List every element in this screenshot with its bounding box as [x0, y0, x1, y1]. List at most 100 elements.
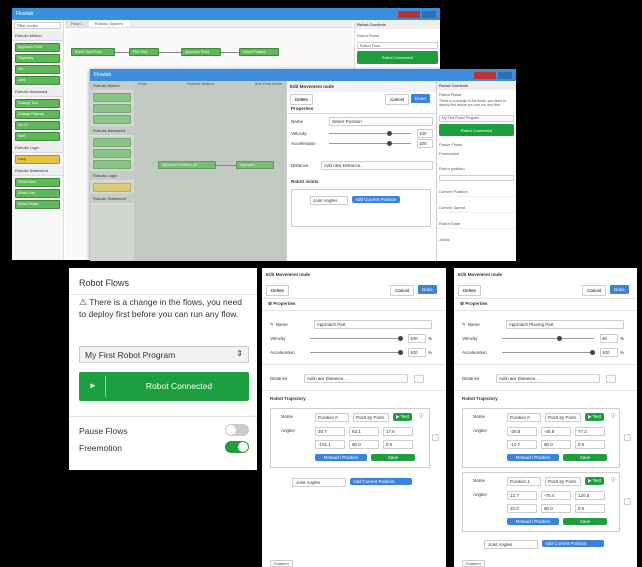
- test-button[interactable]: ▶ Test: [393, 413, 412, 421]
- palette-node[interactable]: [93, 93, 131, 102]
- angle-input[interactable]: -40.8: [541, 427, 571, 436]
- flow-node[interactable]: Approach Position Left: [158, 161, 216, 169]
- distance-select[interactable]: Add new Distance...: [496, 374, 600, 383]
- palette-category[interactable]: Robotic Statement: [12, 166, 63, 176]
- palette-node[interactable]: Change Payload: [15, 110, 60, 119]
- flow-node[interactable]: Approach Point: [181, 48, 221, 56]
- angle-input[interactable]: 17.6: [383, 427, 413, 436]
- position-name-input[interactable]: Position 1: [507, 477, 541, 486]
- robot-connected-button[interactable]: Robot Connected: [357, 51, 438, 64]
- acceleration-input[interactable]: 100: [408, 348, 426, 357]
- add-current-position-button[interactable]: Add Current Position: [352, 196, 400, 203]
- flow-node[interactable]: Approach: [236, 161, 274, 169]
- freemotion-toggle[interactable]: [225, 441, 249, 453]
- status-select[interactable]: [439, 175, 514, 181]
- name-input[interactable]: Approach Part: [313, 320, 432, 329]
- reteach-position-button[interactable]: Reteach Position: [315, 454, 367, 461]
- angle-input[interactable]: 77.2: [575, 427, 605, 436]
- deploy-button[interactable]: [398, 10, 420, 18]
- angle-input[interactable]: 0.0: [383, 440, 413, 449]
- palette-node[interactable]: [93, 183, 131, 192]
- palette-node[interactable]: Arc: [15, 65, 60, 74]
- acceleration-input[interactable]: 100: [600, 348, 618, 357]
- program-select[interactable]: My First Robot Program ⇕: [79, 346, 249, 363]
- palette-category[interactable]: Robotic Statement: [90, 194, 134, 204]
- delete-button[interactable]: Delete: [266, 285, 290, 296]
- edit-distance-button[interactable]: [414, 374, 424, 383]
- velocity-slider[interactable]: [310, 336, 403, 341]
- slider-knob[interactable]: [387, 141, 392, 146]
- angle-input[interactable]: -20.5: [507, 427, 537, 436]
- angle-input[interactable]: 12.7: [507, 491, 537, 500]
- palette-node[interactable]: Robot Pause: [15, 200, 60, 209]
- remove-position-button[interactable]: [624, 434, 631, 441]
- palette-category[interactable]: Robotic Motion: [12, 31, 63, 41]
- distance-select[interactable]: Add new Distance...: [304, 374, 408, 383]
- mode-select[interactable]: Point by Point: [545, 477, 581, 486]
- slider-knob[interactable]: [387, 131, 392, 136]
- tab[interactable]: Robotic Motion: [187, 81, 214, 89]
- properties-tab[interactable]: ⚙ Properties: [460, 301, 488, 307]
- tab[interactable]: Flow: [138, 81, 146, 89]
- mode-select[interactable]: Point by Point: [353, 413, 389, 422]
- angle-input[interactable]: 0.0: [575, 440, 605, 449]
- footer-status[interactable]: Enabled: [462, 560, 485, 567]
- angle-input[interactable]: 90.0: [541, 504, 571, 513]
- palette-node[interactable]: [93, 160, 131, 169]
- palette-node[interactable]: [93, 138, 131, 147]
- velocity-input[interactable]: 100: [408, 334, 426, 343]
- flow-node[interactable]: Robot Start Point: [71, 48, 115, 56]
- palette-node[interactable]: Trajectory: [15, 54, 60, 63]
- cancel-button[interactable]: Cancel: [385, 94, 410, 105]
- velocity-input[interactable]: 100: [417, 129, 433, 138]
- velocity-slider[interactable]: [329, 131, 411, 136]
- velocity-input[interactable]: 60: [600, 334, 618, 343]
- flow-node[interactable]: Home Position: [239, 48, 279, 56]
- test-button[interactable]: ▶ Test: [585, 477, 604, 485]
- angle-input[interactable]: 0.0: [575, 504, 605, 513]
- add-current-position-button[interactable]: Add Current Position: [542, 540, 604, 547]
- robot-connected-button[interactable]: Robot Connected: [439, 124, 514, 136]
- pause-flows-toggle[interactable]: [225, 424, 249, 436]
- palette-category[interactable]: Robotic Advanced: [90, 126, 134, 136]
- palette-category[interactable]: Robotic Advanced: [12, 87, 63, 97]
- palette-node[interactable]: Robot Start: [15, 178, 60, 187]
- palette-category[interactable]: Robotic Logic: [90, 171, 134, 181]
- position-name-input[interactable]: Position 0: [315, 413, 349, 422]
- name-input[interactable]: Select Position: [329, 117, 433, 126]
- joint-select[interactable]: Joint Angles: [484, 540, 538, 549]
- palette-category[interactable]: Robotic Motion: [90, 81, 134, 91]
- edit-distance-button[interactable]: [606, 374, 616, 383]
- properties-tab[interactable]: Properties: [287, 104, 436, 114]
- remove-position-button[interactable]: [432, 434, 439, 441]
- palette-search-input[interactable]: Filter nodes: [14, 22, 61, 29]
- position-name-input[interactable]: Position 0: [507, 413, 541, 422]
- velocity-slider[interactable]: [502, 336, 594, 341]
- acceleration-slider[interactable]: [310, 350, 403, 355]
- palette-node[interactable]: Wait: [15, 132, 60, 141]
- acceleration-slider[interactable]: [329, 141, 411, 146]
- distance-select[interactable]: Add new Distance...: [321, 161, 433, 170]
- name-input[interactable]: Approach Placing Part: [505, 320, 624, 329]
- footer-status[interactable]: Enabled: [270, 560, 293, 567]
- joint-select[interactable]: Joint Angles: [292, 478, 346, 487]
- acceleration-input[interactable]: 100: [417, 139, 433, 148]
- palette-node[interactable]: [93, 104, 131, 113]
- flow-node[interactable]: Pick Part: [129, 48, 159, 56]
- palette-node[interactable]: [93, 115, 131, 124]
- done-button[interactable]: Done: [411, 94, 430, 103]
- slider-knob[interactable]: [398, 350, 403, 355]
- palette-category[interactable]: Robotic Logic: [12, 143, 63, 153]
- deploy-button[interactable]: [474, 71, 496, 79]
- tab[interactable]: Sub Flow Node: [255, 81, 282, 89]
- palette-node[interactable]: Approach Point: [15, 43, 60, 52]
- tab[interactable]: Robotic System: [88, 20, 129, 27]
- cancel-button[interactable]: Cancel: [582, 285, 607, 296]
- angle-input[interactable]: -75.4: [541, 491, 571, 500]
- delete-button[interactable]: Delete: [458, 285, 482, 296]
- test-button[interactable]: ▶ Test: [585, 413, 604, 421]
- cancel-button[interactable]: Cancel: [390, 285, 415, 296]
- angle-input[interactable]: 120.5: [575, 491, 605, 500]
- remove-position-button[interactable]: [624, 498, 631, 505]
- flow-select[interactable]: Robot Flow: [357, 42, 438, 49]
